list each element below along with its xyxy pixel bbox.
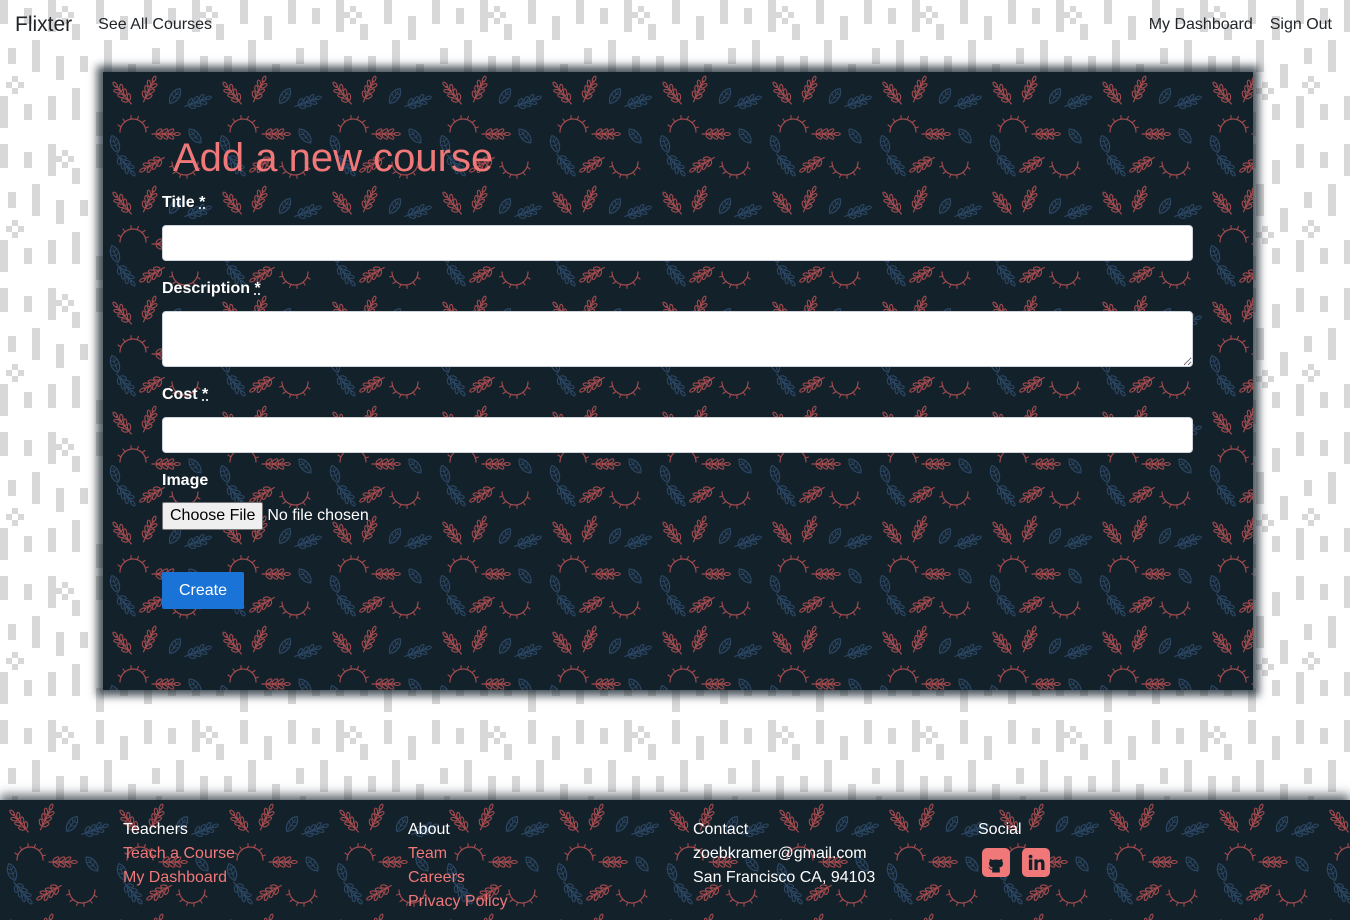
footer-social-heading: Social: [978, 821, 1022, 838]
card-body: Add a new course Title * Description * C…: [103, 72, 1253, 609]
cost-field: Cost *: [162, 385, 1193, 453]
contact-address: San Francisco CA, 94103: [693, 869, 876, 886]
linkedin-icon: [1022, 848, 1050, 877]
title-label-text: Title: [162, 194, 195, 211]
brand-logo[interactable]: Flixter: [15, 12, 72, 38]
footer-link-careers[interactable]: Careers: [408, 866, 508, 890]
footer-about-heading: About: [408, 821, 450, 838]
cost-label-text: Cost: [162, 386, 198, 403]
title-required-mark: *: [199, 194, 206, 211]
social-icons: [982, 848, 1050, 877]
image-file-input: Choose File No file chosen: [162, 502, 1193, 530]
footer-about-column: About Team Careers Privacy Policy: [408, 818, 508, 914]
create-button[interactable]: Create: [162, 572, 244, 609]
contact-email: zoebkramer@gmail.com: [693, 845, 867, 862]
choose-file-button[interactable]: Choose File: [162, 502, 264, 530]
image-field: Image Choose File No file chosen: [162, 471, 1193, 530]
new-course-form: Title * Description * Cost * Image Choos…: [162, 193, 1193, 609]
description-required-mark: *: [254, 280, 261, 297]
linkedin-link[interactable]: [1022, 848, 1050, 877]
cost-label: Cost *: [162, 385, 1193, 405]
nav-see-all-courses[interactable]: See All Courses: [98, 15, 212, 35]
nav-my-dashboard[interactable]: My Dashboard: [1149, 15, 1253, 35]
footer-teachers-column: Teachers Teach a Course My Dashboard: [123, 818, 235, 890]
footer-link-privacy-policy[interactable]: Privacy Policy: [408, 890, 508, 914]
github-link[interactable]: [982, 848, 1010, 877]
footer-link-teach-a-course[interactable]: Teach a Course: [123, 842, 235, 866]
new-course-card: Add a new course Title * Description * C…: [103, 72, 1253, 690]
site-footer: Teachers Teach a Course My Dashboard Abo…: [0, 800, 1350, 920]
page-title: Add a new course: [173, 136, 494, 180]
nav-sign-out[interactable]: Sign Out: [1270, 15, 1332, 35]
title-field: Title *: [162, 193, 1193, 261]
file-status-text: No file chosen: [267, 507, 369, 524]
footer-link-team[interactable]: Team: [408, 842, 508, 866]
cost-required-mark: *: [202, 386, 209, 403]
footer-social-column: Social: [978, 818, 1050, 877]
footer-contact-column: Contact zoebkramer@gmail.com San Francis…: [693, 818, 875, 890]
footer-link-my-dashboard[interactable]: My Dashboard: [123, 866, 235, 890]
description-label-text: Description: [162, 280, 251, 297]
image-label: Image: [162, 472, 209, 489]
title-input[interactable]: [162, 225, 1193, 261]
github-icon: [982, 848, 1010, 877]
description-label: Description *: [162, 279, 1193, 299]
title-label: Title *: [162, 193, 1193, 213]
footer-contact-heading: Contact: [693, 821, 749, 838]
nav-right-group: My Dashboard Sign Out: [1149, 15, 1332, 35]
top-nav: Flixter See All Courses My Dashboard Sig…: [0, 0, 1350, 50]
description-field: Description *: [162, 279, 1193, 367]
footer-teachers-heading: Teachers: [123, 821, 188, 838]
cost-input[interactable]: [162, 417, 1193, 453]
description-textarea[interactable]: [162, 311, 1193, 367]
